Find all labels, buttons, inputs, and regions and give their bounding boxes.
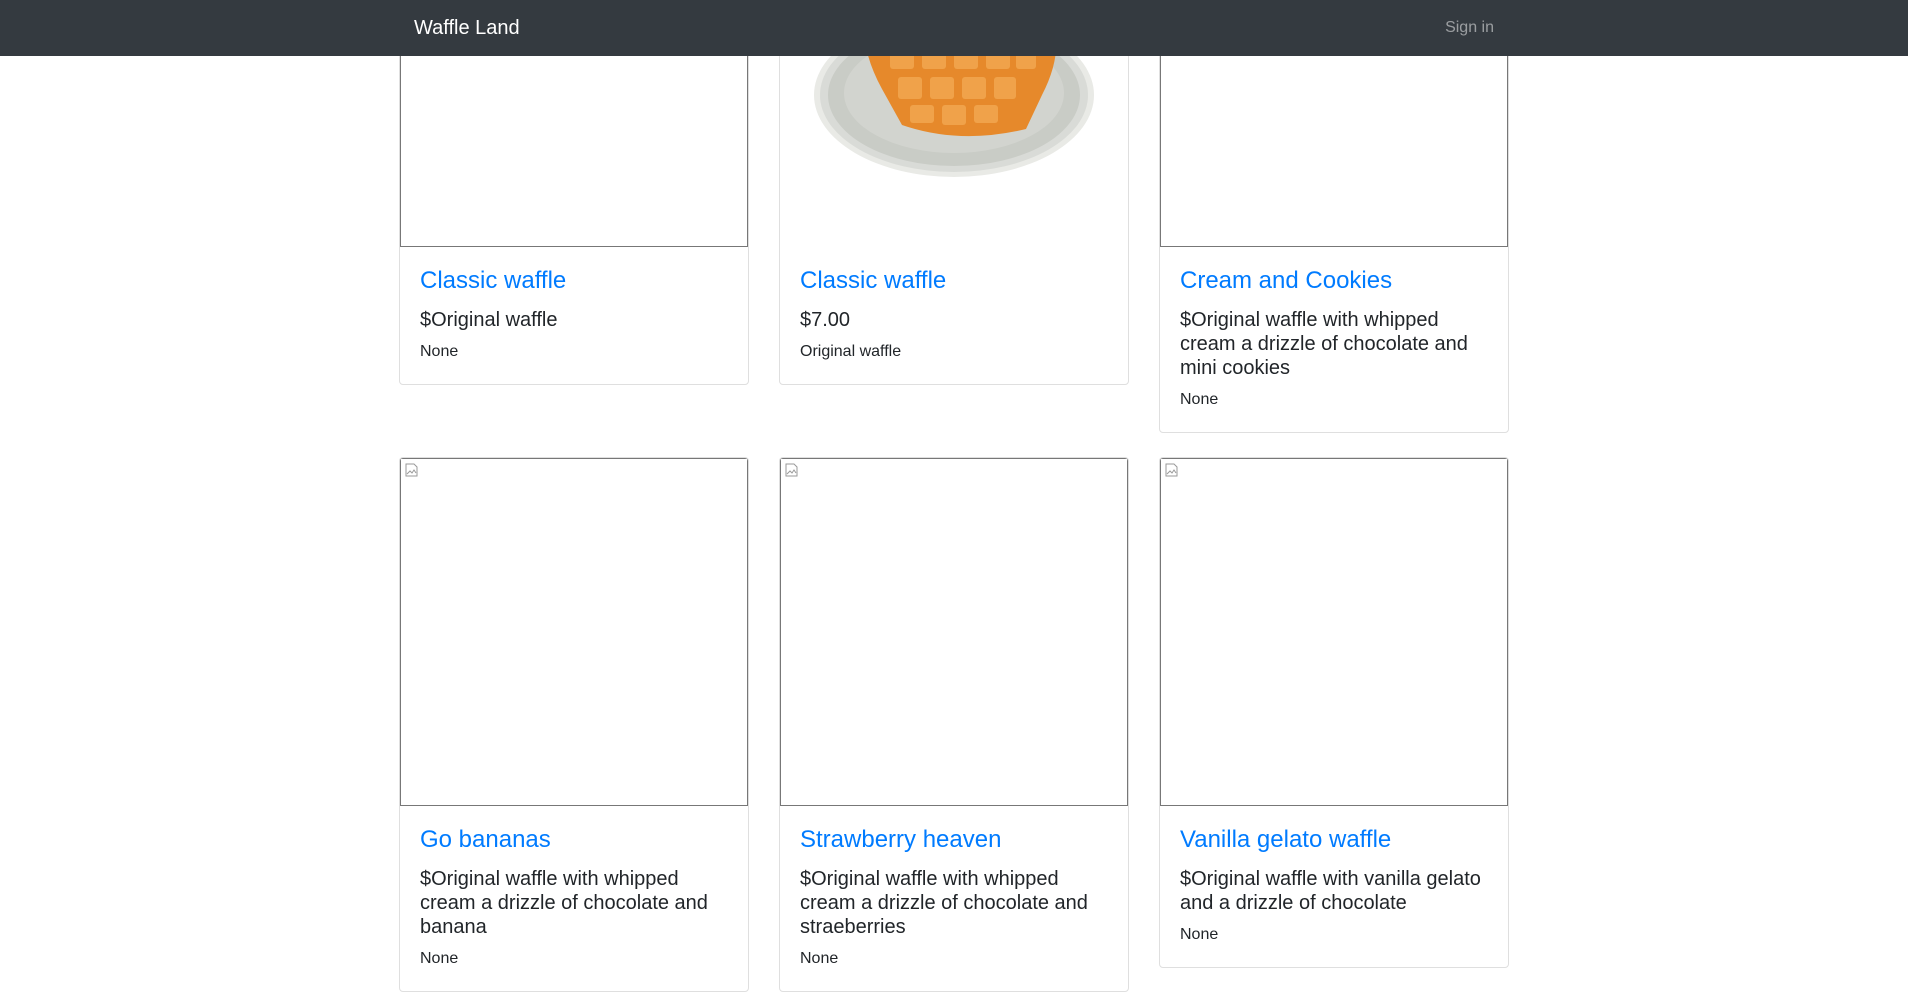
product-price: $Original waffle with whipped cream a dr… [1180,308,1468,379]
broken-image-icon [405,463,418,477]
product-card: Vanilla gelato waffle $Original waffle w… [1159,457,1509,968]
product-description: Original waffle [800,342,902,360]
product-description: None [800,949,839,967]
product-title-link[interactable]: Vanilla gelato waffle [1180,826,1488,855]
product-image[interactable] [400,458,748,806]
product-description: None [1180,390,1219,408]
navbar-inner: Waffle Land Sign in [399,0,1509,56]
product-card: Classic waffle $Original waffle None [399,0,749,385]
broken-image-icon [785,463,798,477]
product-description: None [420,342,459,360]
product-title-link[interactable]: Classic waffle [800,267,1108,296]
product-image[interactable] [1160,458,1508,806]
card-body: Strawberry heaven $Original waffle with … [780,806,1128,991]
card-body: Classic waffle $7.00 Original waffle [780,247,1128,384]
product-title-link[interactable]: Classic waffle [420,267,728,296]
card-body: Vanilla gelato waffle $Original waffle w… [1160,806,1508,967]
card-body: Classic waffle $Original waffle None [400,247,748,384]
product-description: None [420,949,459,967]
product-description: None [1180,925,1219,943]
product-price: $Original waffle with whipped cream a dr… [420,867,708,938]
card-body: Go bananas $Original waffle with whipped… [400,806,748,991]
product-title-link[interactable]: Go bananas [420,826,728,855]
brand-link[interactable]: Waffle Land [414,18,520,38]
product-card: Cream and Cookies $Original waffle with … [1159,0,1509,433]
product-image[interactable] [780,458,1128,806]
card-body: Cream and Cookies $Original waffle with … [1160,247,1508,432]
product-title-link[interactable]: Cream and Cookies [1180,267,1488,296]
product-price: $Original waffle with vanilla gelato and… [1180,867,1481,914]
product-title-link[interactable]: Strawberry heaven [800,826,1108,855]
navbar: Waffle Land Sign in [0,0,1908,56]
product-price: $7.00 [800,308,851,331]
product-card: Classic waffle $7.00 Original waffle [779,0,1129,385]
broken-image-icon [1165,463,1178,477]
product-price: $Original waffle with whipped cream a dr… [800,867,1088,938]
product-card: Go bananas $Original waffle with whipped… [399,457,749,992]
product-card: Strawberry heaven $Original waffle with … [779,457,1129,992]
sign-in-link[interactable]: Sign in [1445,19,1494,37]
product-price: $Original waffle [420,308,558,331]
